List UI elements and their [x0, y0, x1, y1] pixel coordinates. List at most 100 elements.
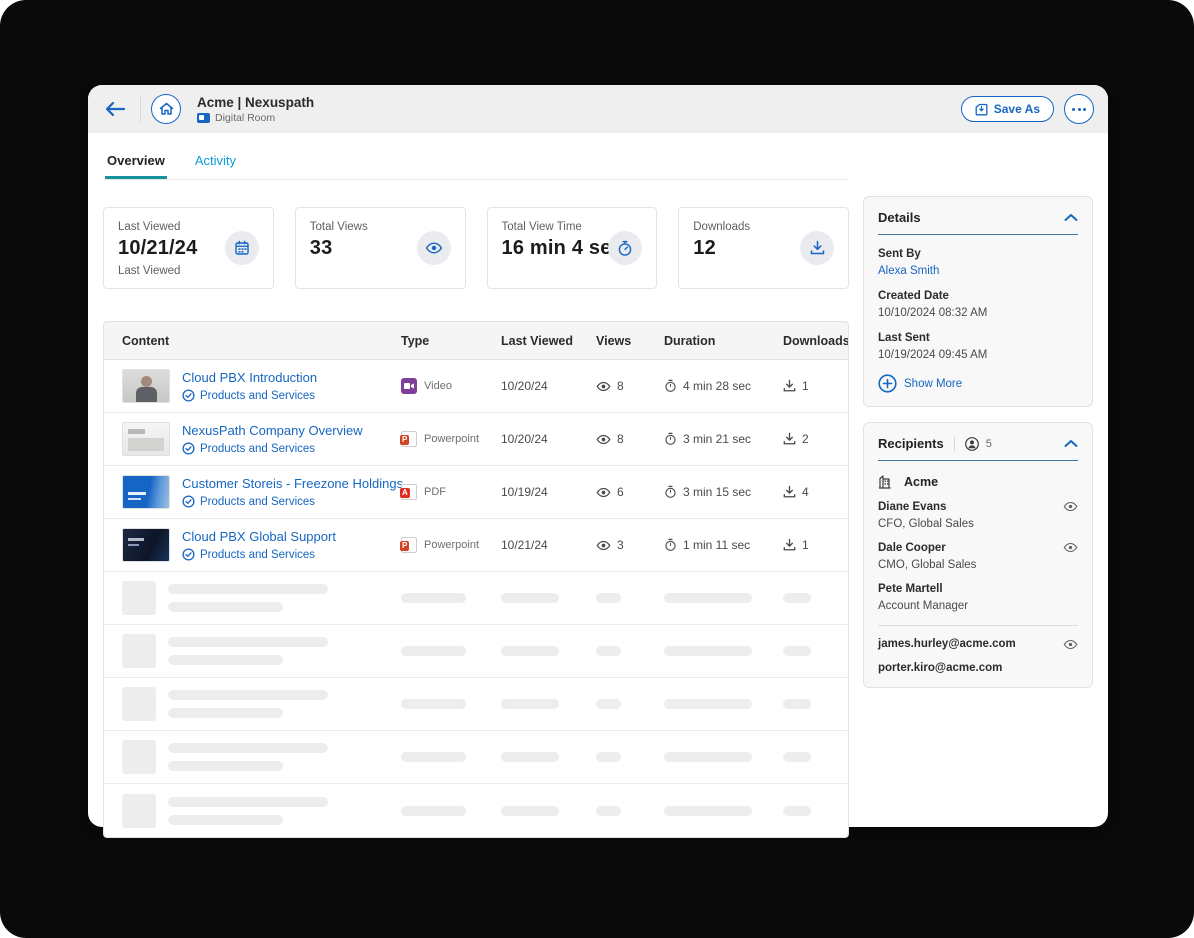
content-tag[interactable]: Products and Services	[200, 549, 315, 561]
company-name: Acme	[904, 475, 938, 489]
viewed-eye-icon	[1063, 501, 1078, 512]
created-date-label: Created Date	[878, 290, 1078, 302]
show-more-label: Show More	[904, 378, 962, 390]
downloads-count: 2	[802, 432, 809, 446]
home-icon	[159, 102, 174, 116]
content-title-link[interactable]: NexusPath Company Overview	[182, 423, 363, 438]
content-thumbnail	[122, 528, 170, 562]
tab-overview[interactable]: Overview	[105, 143, 167, 179]
views-count: 3	[617, 538, 624, 552]
recipients-panel-title: Recipients	[878, 436, 944, 451]
views-count: 8	[617, 379, 624, 393]
tab-activity[interactable]: Activity	[193, 143, 238, 179]
home-button[interactable]	[151, 94, 181, 124]
eye-icon	[596, 434, 611, 445]
download-icon	[783, 485, 796, 499]
duration-value: 4 min 28 sec	[683, 379, 751, 393]
content-type-label: Powerpoint	[424, 433, 479, 445]
column-header-duration: Duration	[664, 334, 783, 348]
room-title-block: Acme | Nexuspath Digital Room	[197, 95, 314, 124]
download-icon	[783, 379, 796, 393]
recipient-role: Account Manager	[878, 600, 968, 612]
table-row: Cloud PBX Introduction Products and Serv…	[104, 360, 848, 413]
collapse-details-button[interactable]	[1064, 213, 1078, 222]
content-link[interactable]: Cloud PBX Introduction Products and Serv…	[122, 369, 401, 403]
last-viewed-cell: 10/21/24	[501, 538, 596, 552]
pdf-icon: A	[401, 484, 417, 500]
building-icon	[878, 474, 891, 489]
last-viewed-cell: 10/20/24	[501, 432, 596, 446]
skeleton-row	[104, 784, 848, 837]
content-link[interactable]: Cloud PBX Global Support Products and Se…	[122, 528, 401, 562]
stat-card-downloads: Downloads 12	[678, 207, 849, 289]
recipient-name: Dale Cooper	[878, 542, 976, 554]
content-tag[interactable]: Products and Services	[200, 443, 315, 455]
column-header-type: Type	[401, 334, 501, 348]
created-date-value: 10/10/2024 08:32 AM	[878, 307, 1078, 319]
recipient-email-item: porter.kiro@acme.com	[878, 662, 1078, 674]
sent-by-label: Sent By	[878, 248, 1078, 260]
save-as-label: Save As	[994, 102, 1040, 116]
duration-value: 3 min 21 sec	[683, 432, 751, 446]
screen-background: Acme | Nexuspath Digital Room Save As	[0, 0, 1194, 938]
check-circle-icon	[182, 442, 195, 455]
show-more-button[interactable]: Show More	[878, 374, 1078, 393]
more-options-button[interactable]	[1064, 94, 1094, 124]
content-tag[interactable]: Products and Services	[200, 390, 315, 402]
save-as-button[interactable]: Save As	[961, 96, 1054, 122]
content-link[interactable]: Customer Storeis - Freezone Holdings Pro…	[122, 475, 401, 509]
sent-by-link[interactable]: Alexa Smith	[878, 265, 1078, 277]
powerpoint-icon: P	[401, 431, 417, 447]
table-row: NexusPath Company Overview Products and …	[104, 413, 848, 466]
duration-value: 1 min 11 sec	[683, 538, 750, 552]
skeleton-thumbnail	[122, 740, 156, 774]
recipient-name: Pete Martell	[878, 583, 968, 595]
content-tag[interactable]: Products and Services	[200, 496, 315, 508]
skeleton-row	[104, 731, 848, 784]
table-header: Content Type Last Viewed Views Duration …	[104, 322, 848, 360]
column-header-views: Views	[596, 334, 664, 348]
recipients-divider	[878, 625, 1078, 626]
column-header-last-viewed: Last Viewed	[501, 334, 596, 348]
download-icon	[800, 231, 834, 265]
back-arrow-icon	[104, 101, 126, 117]
timer-icon	[664, 538, 677, 552]
plus-circle-icon	[878, 374, 897, 393]
content-title-link[interactable]: Customer Storeis - Freezone Holdings	[182, 476, 401, 491]
recipient-name: Diane Evans	[878, 501, 974, 513]
content-thumbnail	[122, 422, 170, 456]
last-sent-label: Last Sent	[878, 332, 1078, 344]
titlebar-divider	[140, 96, 141, 122]
content-link[interactable]: NexusPath Company Overview Products and …	[122, 422, 401, 456]
skeleton-row	[104, 572, 848, 625]
collapse-recipients-button[interactable]	[1064, 439, 1078, 448]
download-icon	[783, 538, 796, 552]
check-circle-icon	[182, 548, 195, 561]
calendar-icon	[225, 231, 259, 265]
viewed-eye-icon	[1063, 542, 1078, 553]
content-thumbnail	[122, 475, 170, 509]
content-table: Content Type Last Viewed Views Duration …	[103, 321, 849, 838]
downloads-count: 4	[802, 485, 809, 499]
last-viewed-cell: 10/19/24	[501, 485, 596, 499]
content-title-link[interactable]: Cloud PBX Global Support	[182, 529, 336, 544]
check-circle-icon	[182, 389, 195, 402]
skeleton-thumbnail	[122, 634, 156, 668]
timer-icon	[608, 231, 642, 265]
person-icon	[965, 437, 979, 451]
table-row: Cloud PBX Global Support Products and Se…	[104, 519, 848, 572]
eye-icon	[596, 540, 611, 551]
table-row: Customer Storeis - Freezone Holdings Pro…	[104, 466, 848, 519]
last-sent-value: 10/19/2024 09:45 AM	[878, 349, 1078, 361]
recipient-email-item: james.hurley@acme.com	[878, 638, 1078, 650]
views-count: 6	[617, 485, 624, 499]
titlebar: Acme | Nexuspath Digital Room Save As	[88, 85, 1108, 133]
page-title: Acme | Nexuspath	[197, 95, 314, 110]
skeleton-row	[104, 678, 848, 731]
recipients-count: 5	[986, 438, 992, 450]
content-title-link[interactable]: Cloud PBX Introduction	[182, 370, 317, 385]
duration-value: 3 min 15 sec	[683, 485, 751, 499]
stat-card-total-view-time: Total View Time 16 min 4 sec	[487, 207, 658, 289]
back-button[interactable]	[100, 94, 130, 124]
ellipsis-icon	[1072, 108, 1075, 111]
